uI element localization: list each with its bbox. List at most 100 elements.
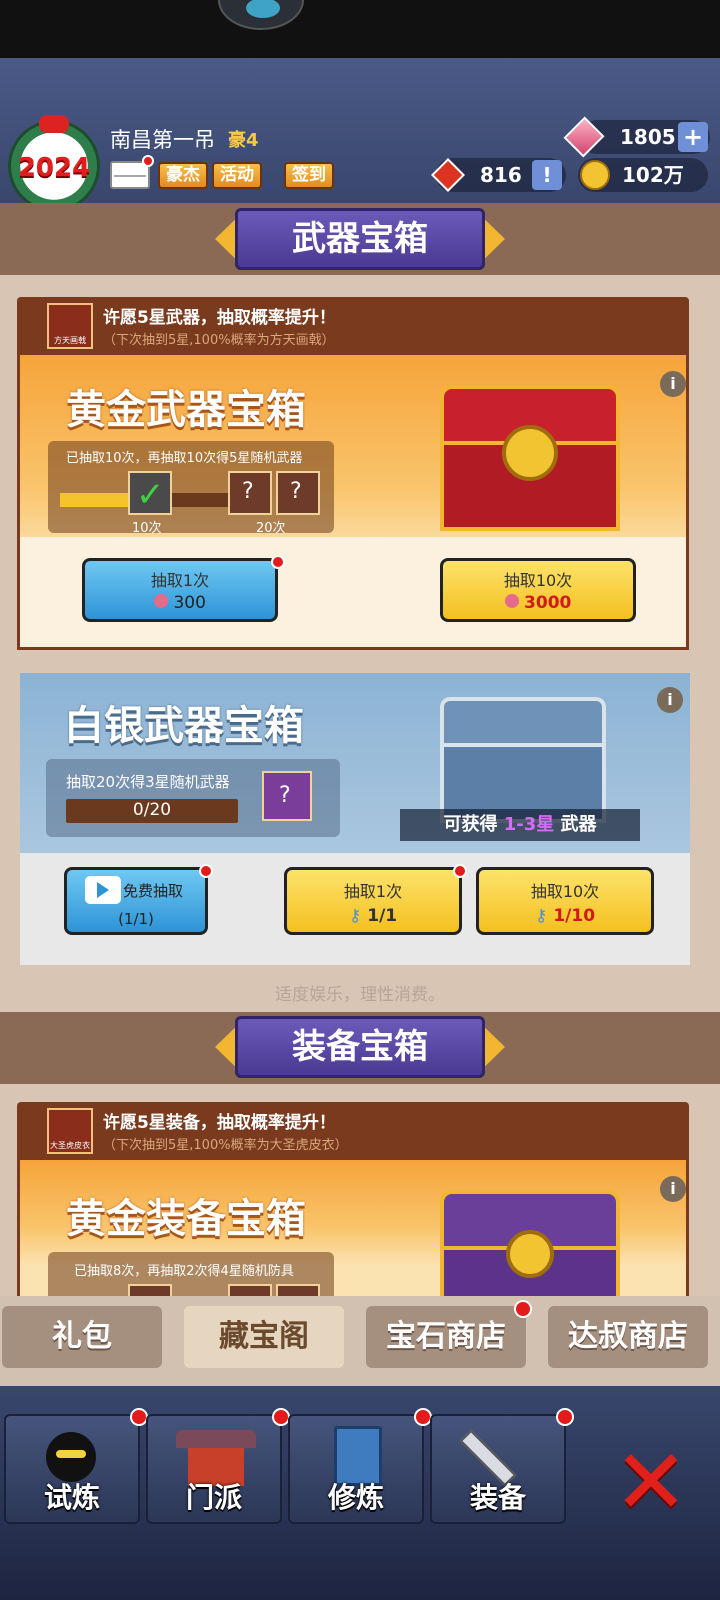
- hero-button[interactable]: 豪杰: [158, 162, 208, 189]
- weapon-section-title: 武器宝箱: [235, 208, 485, 270]
- treasure-screen: 2024 南昌第一吊 豪4 豪杰 活动 签到 1805 + 816 ! 102万: [0, 0, 720, 1600]
- gold-weapon-chest-card: 黄金武器宝箱 i 已抽取10次，再抽取10次得5星随机武器 ✓ ? ? 10次 …: [17, 355, 689, 650]
- ninja-icon: [46, 1432, 96, 1482]
- draw-10-label: 抽取10次: [503, 571, 573, 590]
- draw-10-cost: 3000: [524, 593, 572, 613]
- milestone-10-reward[interactable]: ✓: [128, 471, 172, 515]
- coin-icon: [580, 160, 610, 190]
- weapon-wish-item: 方天画戟: [54, 336, 86, 345]
- obtain-prefix: 可获得: [443, 814, 498, 835]
- mystery-weapon-icon: ?: [290, 479, 302, 504]
- weapon-wish-title: 许愿5星武器，抽取概率提升！: [103, 308, 336, 328]
- ticket-icon: [431, 158, 465, 192]
- tab-gift-pack[interactable]: 礼包: [2, 1306, 162, 1368]
- draw-1-cost: 1/1: [367, 906, 398, 926]
- year-badge[interactable]: 2024: [8, 115, 100, 212]
- draw-1-cost: 300: [173, 593, 206, 613]
- info-icon[interactable]: i: [660, 371, 686, 397]
- tab-treasure-pavilion[interactable]: 藏宝阁: [184, 1306, 344, 1368]
- weapon-section-banner: 武器宝箱: [215, 204, 505, 274]
- player-header: 2024 南昌第一吊 豪4 豪杰 活动 签到 1805 + 816 ! 102万: [0, 58, 720, 212]
- mystery-weapon-icon: ?: [279, 783, 291, 808]
- nav-trial-label: 试炼: [43, 1481, 100, 1514]
- nav-cultivate-label: 修炼: [327, 1481, 384, 1514]
- weapon-wish-strip[interactable]: 方天画戟 许愿5星武器，抽取概率提升！ （下次抽到5星,100%概率为方天画戟）: [17, 297, 689, 355]
- mystery-weapon-icon: ?: [242, 479, 254, 504]
- ticket-info-button[interactable]: !: [532, 160, 562, 190]
- draw-10-label: 抽取10次: [530, 882, 600, 901]
- silver-weapon-chest-title: 白银武器宝箱: [64, 703, 304, 749]
- silver-draw-1-button[interactable]: 抽取1次 ⚷ 1/1: [284, 864, 467, 935]
- add-gems-button[interactable]: +: [678, 122, 708, 152]
- nav-trial[interactable]: 试炼: [4, 1408, 148, 1524]
- tiger-armor-icon: 大圣虎皮衣: [47, 1108, 93, 1154]
- silver-reward[interactable]: ?: [262, 771, 312, 821]
- weapon-wish-subtitle: （下次抽到5星,100%概率为方天画戟）: [103, 333, 335, 348]
- info-icon[interactable]: i: [657, 687, 683, 713]
- christmas-bow-icon: [39, 115, 69, 133]
- red-chest-icon: [440, 385, 630, 535]
- silver-draw-10-button[interactable]: 抽取10次 ⚷ 1/10: [476, 867, 654, 935]
- obtain-suffix: 武器: [560, 814, 597, 835]
- draw-1-label: 抽取1次: [343, 882, 403, 901]
- close-icon[interactable]: ✕: [606, 1438, 696, 1528]
- milestone-20-reward[interactable]: ?: [228, 471, 272, 515]
- gold-equip-chest-title: 黄金装备宝箱: [66, 1196, 306, 1242]
- gold-weapon-progress-box: 已抽取10次，再抽取10次得5星随机武器 ✓ ? ? 10次 20次: [48, 441, 334, 536]
- ticket-counter: 816 !: [431, 158, 566, 192]
- gem-counter: 1805 +: [563, 116, 710, 158]
- draw-10-cost: 1/10: [553, 906, 596, 926]
- gold-weapon-draw-10-button[interactable]: 抽取10次 3000: [440, 558, 636, 622]
- tab-gem-shop[interactable]: 宝石商店: [366, 1306, 526, 1368]
- checkin-button[interactable]: 签到: [284, 162, 334, 189]
- nav-equipment-label: 装备: [469, 1481, 526, 1514]
- equip-section-title: 装备宝箱: [235, 1016, 485, 1078]
- mascot-icon: [218, 0, 304, 30]
- nav-cultivate[interactable]: 修炼: [288, 1408, 432, 1524]
- vip-level: 豪4: [228, 130, 259, 151]
- year-badge-text: 2024: [17, 153, 91, 183]
- silver-progress-count: 0/20: [132, 800, 172, 820]
- equip-wish-item: 大圣虎皮衣: [50, 1141, 90, 1150]
- info-icon[interactable]: i: [660, 1176, 686, 1202]
- nav-sect-label: 门派: [185, 1481, 242, 1514]
- purple-chest-icon: [440, 1190, 630, 1310]
- milestone-20-reward-alt[interactable]: ?: [276, 471, 320, 515]
- gold-weapon-draw-1-button[interactable]: 抽取1次 300: [82, 555, 285, 622]
- halberd-icon: 方天画戟: [47, 303, 93, 349]
- milestone-20-label: 20次: [256, 521, 286, 536]
- silver-progress-text: 抽取20次得3星随机武器: [66, 773, 230, 791]
- event-button[interactable]: 活动: [212, 162, 262, 189]
- player-name: 南昌第一吊: [110, 128, 215, 152]
- obtain-range: 1-3星: [503, 814, 555, 835]
- equip-wish-title: 许愿5星装备，抽取概率提升！: [103, 1113, 336, 1133]
- free-draw-label: 免费抽取: [123, 882, 184, 900]
- obtain-range-label: 可获得 1-3星 武器: [400, 809, 640, 841]
- key-icon: ⚷: [534, 906, 548, 926]
- key-icon: ⚷: [348, 906, 362, 926]
- equip-section-banner: 装备宝箱: [215, 1012, 505, 1082]
- gem-icon: [504, 594, 519, 608]
- tab-uncle-shop[interactable]: 达叔商店: [548, 1306, 708, 1368]
- mail-icon[interactable]: [110, 155, 154, 189]
- check-icon: ✓: [136, 475, 165, 515]
- video-play-icon: [85, 876, 121, 904]
- gold-counter: 102万: [578, 158, 708, 192]
- gem-icon: [154, 594, 169, 608]
- gem-value: 1805: [620, 125, 676, 149]
- equip-wish-strip[interactable]: 大圣虎皮衣 许愿5星装备，抽取概率提升！ （下次抽到5星,100%概率为大圣虎皮…: [17, 1102, 689, 1160]
- milestone-10-label: 10次: [132, 521, 162, 536]
- gem-icon: [563, 116, 605, 158]
- nav-equipment[interactable]: 装备: [430, 1408, 574, 1524]
- draw-1-label: 抽取1次: [150, 571, 210, 590]
- gold-value: 102万: [622, 163, 684, 187]
- moderation-notice: 适度娱乐，理性消费。: [275, 985, 445, 1005]
- equip-wish-subtitle: （下次抽到5星,100%概率为大圣虎皮衣）: [103, 1138, 348, 1153]
- free-draw-count: (1/1): [118, 910, 154, 928]
- silver-progress-track: 0/20: [66, 799, 238, 823]
- silver-chest-icon: [440, 697, 610, 827]
- nav-sect[interactable]: 门派: [146, 1408, 290, 1524]
- silver-weapon-progress-box: 抽取20次得3星随机武器 0/20 ?: [46, 759, 340, 837]
- free-draw-button[interactable]: 免费抽取 (1/1): [64, 864, 213, 935]
- gold-weapon-chest-title: 黄金武器宝箱: [66, 387, 306, 433]
